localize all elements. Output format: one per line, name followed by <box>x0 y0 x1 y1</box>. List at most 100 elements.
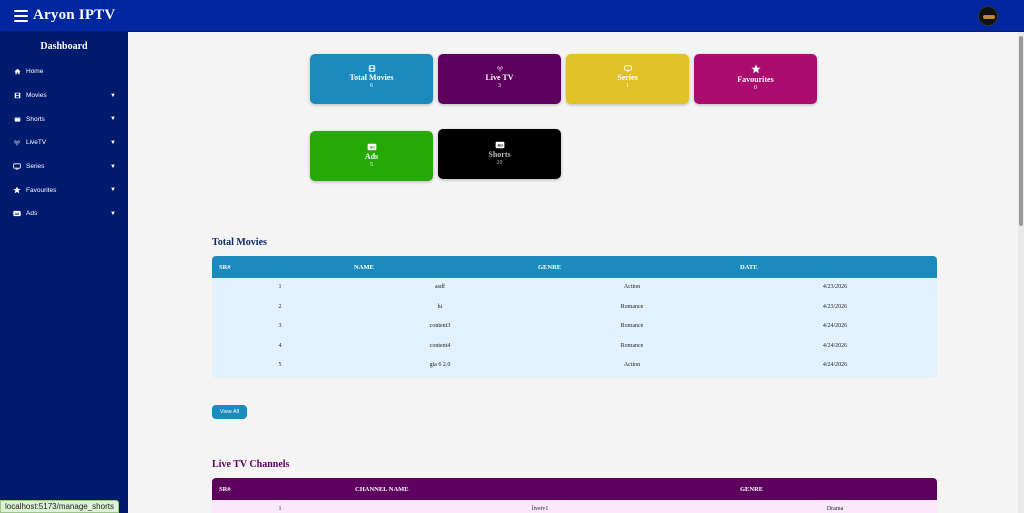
table-cell: 4/23/2026 <box>822 303 848 310</box>
table-cell: 4/24/2026 <box>822 323 848 330</box>
card-favourites[interactable]: Favourites 0 <box>694 54 817 104</box>
chevron-down-icon: ▼ <box>110 116 116 123</box>
sidebar-item-shorts[interactable]: Shorts ▼ <box>0 107 128 131</box>
table-row[interactable]: 3 content3 Romance 4/24/2026 <box>212 317 937 337</box>
hamburger-menu-icon[interactable] <box>14 9 28 22</box>
table-cell: Romance <box>620 323 644 330</box>
broadcast-icon <box>13 139 21 146</box>
ad-icon: Ad <box>13 210 21 217</box>
table-cell: Action <box>623 362 641 369</box>
card-total-movies[interactable]: Total Movies 6 <box>310 54 433 104</box>
card-value: 5 <box>370 162 373 168</box>
sidebar-item-label: LiveTV <box>26 139 47 147</box>
movies-table-header: SR# NAME GENRE DATE <box>212 256 937 278</box>
star-icon <box>750 64 761 74</box>
svg-text:Ad: Ad <box>15 212 19 216</box>
film-icon <box>13 92 21 99</box>
scrollbar-thumb[interactable] <box>1019 36 1023 226</box>
card-title: Ads <box>364 152 379 161</box>
vertical-scrollbar[interactable] <box>1018 32 1024 513</box>
table-cell: asdf <box>435 284 445 290</box>
table-cell: 2 <box>278 303 282 310</box>
clapper-icon <box>13 116 21 123</box>
table-cell: gta 6 2.0 <box>429 362 451 369</box>
chevron-down-icon: ▼ <box>110 163 116 170</box>
broadcast-icon <box>497 65 502 72</box>
sidebar-item-movies[interactable]: Movies ▼ <box>0 84 128 108</box>
card-title: Live TV <box>485 73 514 82</box>
card-title: Series <box>617 73 638 82</box>
sidebar-item-ads[interactable]: Ad Ads ▼ <box>0 202 128 226</box>
status-bar-url: localhost:5173/manage_shorts <box>0 500 119 513</box>
card-value: 1 <box>626 83 629 89</box>
table-cell: Action <box>623 284 641 290</box>
card-series[interactable]: Series 1 <box>566 54 689 104</box>
sidebar-heading: Dashboard <box>40 41 88 52</box>
table-cell: hi <box>437 303 443 310</box>
table-cell: 5 <box>278 362 282 369</box>
table-row[interactable]: 2 hi Romance 4/23/2026 <box>212 298 937 318</box>
column-header: NAME <box>354 264 374 271</box>
card-value: 3 <box>498 83 501 89</box>
sidebar-item-label: Ads <box>26 210 38 218</box>
sidebar-item-label: Shorts <box>26 115 45 123</box>
view-all-button[interactable]: View All <box>212 405 247 419</box>
column-header: GENRE <box>538 264 562 271</box>
column-header: CHANNEL NAME <box>355 486 409 493</box>
card-shorts[interactable]: Ad Shorts 20 <box>438 129 561 179</box>
column-header: SR# <box>219 264 231 271</box>
sidebar-item-livetv[interactable]: LiveTV ▼ <box>0 131 128 155</box>
chevron-down-icon: ▼ <box>110 210 116 217</box>
chevron-down-icon: ▼ <box>110 187 116 194</box>
card-title: Favourites <box>737 75 774 84</box>
table-cell: 1 <box>278 284 282 290</box>
table-cell: livetv1 <box>531 506 549 512</box>
livetv-section-title: Live TV Channels <box>212 459 290 470</box>
table-cell: 3 <box>278 323 282 330</box>
column-header: GENRE <box>740 486 764 493</box>
card-title: Shorts <box>488 150 511 159</box>
table-row[interactable]: 1 asdf Action 4/23/2026 <box>212 278 937 298</box>
table-row[interactable]: 4 content4 Romance 4/24/2026 <box>212 337 937 357</box>
table-cell: 4/24/2026 <box>822 342 848 349</box>
star-icon <box>13 186 21 194</box>
sidebar-item-home[interactable]: Home <box>0 60 128 84</box>
home-icon <box>13 68 21 75</box>
sidebar-item-series[interactable]: Series ▼ <box>0 155 128 179</box>
card-live-tv[interactable]: Live TV 3 <box>438 54 561 104</box>
sidebar-item-label: Movies <box>26 92 47 100</box>
film-icon <box>368 65 375 72</box>
livetv-table: SR# CHANNEL NAME GENRE 1 livetv1 Drama <box>212 478 937 513</box>
sidebar-item-label: Home <box>26 68 44 76</box>
card-value: 20 <box>496 160 503 166</box>
table-cell: Romance <box>620 342 644 349</box>
avatar[interactable] <box>978 6 998 26</box>
table-cell: 4 <box>278 342 282 349</box>
table-row[interactable]: 1 livetv1 Drama <box>212 500 937 513</box>
table-cell: content4 <box>429 342 451 349</box>
chevron-down-icon: ▼ <box>110 139 116 146</box>
movies-table: SR# NAME GENRE DATE 1 asdf Action 4/23/2… <box>212 256 937 378</box>
table-cell: content3 <box>429 323 451 330</box>
card-value: 6 <box>370 83 373 89</box>
table-cell: Romance <box>620 303 644 310</box>
app-title: Aryon IPTV <box>33 7 116 23</box>
table-cell: 1 <box>278 506 282 512</box>
sidebar-item-label: Series <box>26 163 45 171</box>
sidebar: Dashboard Home Movies ▼ Shorts ▼ LiveTV … <box>0 32 128 513</box>
sidebar-item-label: Favourites <box>26 186 57 194</box>
table-row[interactable]: 5 gta 6 2.0 Action 4/24/2026 <box>212 356 937 376</box>
card-title: Total Movies <box>349 73 394 82</box>
svg-text:Ad: Ad <box>497 143 503 148</box>
table-cell: Drama <box>826 506 844 512</box>
top-bar: Aryon IPTV <box>0 0 1024 32</box>
tv-icon <box>623 65 632 72</box>
table-cell: 4/24/2026 <box>822 362 848 369</box>
chevron-down-icon: ▼ <box>110 92 116 99</box>
sidebar-item-favourites[interactable]: Favourites ▼ <box>0 178 128 202</box>
tv-icon <box>13 163 21 170</box>
ad-icon: Ad <box>367 143 376 151</box>
ad-icon: Ad <box>495 141 504 149</box>
card-ads[interactable]: Ad Ads 5 <box>310 131 433 181</box>
svg-text:Ad: Ad <box>369 145 375 150</box>
